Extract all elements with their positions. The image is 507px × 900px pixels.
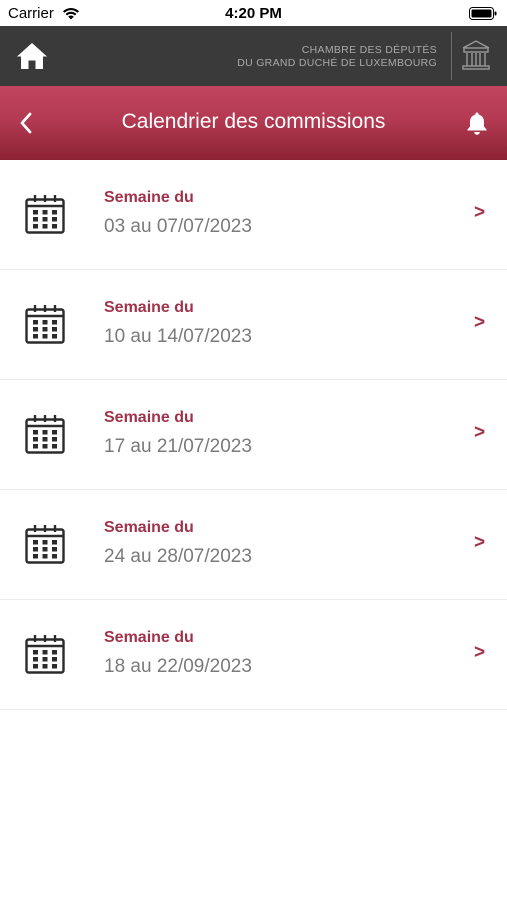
institution-line-1: CHAMBRE DES DÉPUTÉS [301, 44, 437, 56]
calendar-icon [25, 525, 65, 564]
institution-line-2: DU GRAND DUCHÉ DE LUXEMBOURG [237, 57, 437, 69]
top-app-bar: CHAMBRE DES DÉPUTÉS DU GRAND DUCHÉ DE LU… [0, 26, 507, 86]
week-date-range: 18 au 22/09/2023 [104, 656, 252, 677]
logo-divider [451, 32, 452, 80]
week-label: Semaine du [104, 299, 194, 316]
list-item[interactable]: Semaine du 17 au 21/07/2023 > [0, 380, 507, 490]
bell-icon[interactable] [464, 110, 490, 136]
chevron-right-icon: > [474, 642, 486, 663]
calendar-icon [25, 635, 65, 674]
week-list: Semaine du 03 au 07/07/2023 > Semaine du… [0, 160, 507, 710]
calendar-icon [25, 195, 65, 234]
battery-icon [469, 7, 497, 20]
week-date-range: 10 au 14/07/2023 [104, 326, 252, 347]
list-item[interactable]: Semaine du 18 au 22/09/2023 > [0, 600, 507, 710]
calendar-icon [25, 305, 65, 344]
week-date-range: 24 au 28/07/2023 [104, 546, 252, 567]
week-date-range: 17 au 21/07/2023 [104, 436, 252, 457]
home-icon[interactable] [16, 41, 48, 71]
chevron-right-icon: > [474, 202, 486, 223]
list-item[interactable]: Semaine du 24 au 28/07/2023 > [0, 490, 507, 600]
status-time: 4:20 PM [225, 5, 282, 22]
chevron-right-icon: > [474, 312, 486, 333]
week-date-range: 03 au 07/07/2023 [104, 216, 252, 237]
list-item[interactable]: Semaine du 03 au 07/07/2023 > [0, 160, 507, 270]
week-label: Semaine du [104, 189, 194, 206]
chevron-right-icon: > [474, 532, 486, 553]
week-label: Semaine du [104, 629, 194, 646]
status-bar: Carrier 4:20 PM [0, 0, 507, 26]
week-label: Semaine du [104, 409, 194, 426]
chamber-building-icon [462, 40, 490, 70]
week-label: Semaine du [104, 519, 194, 536]
institution-name: CHAMBRE DES DÉPUTÉS DU GRAND DUCHÉ DE LU… [237, 44, 437, 70]
header-bar: Calendrier des commissions [0, 86, 507, 160]
chevron-right-icon: > [474, 422, 486, 443]
calendar-icon [25, 415, 65, 454]
list-item[interactable]: Semaine du 10 au 14/07/2023 > [0, 270, 507, 380]
page-title: Calendrier des commissions [121, 110, 386, 133]
